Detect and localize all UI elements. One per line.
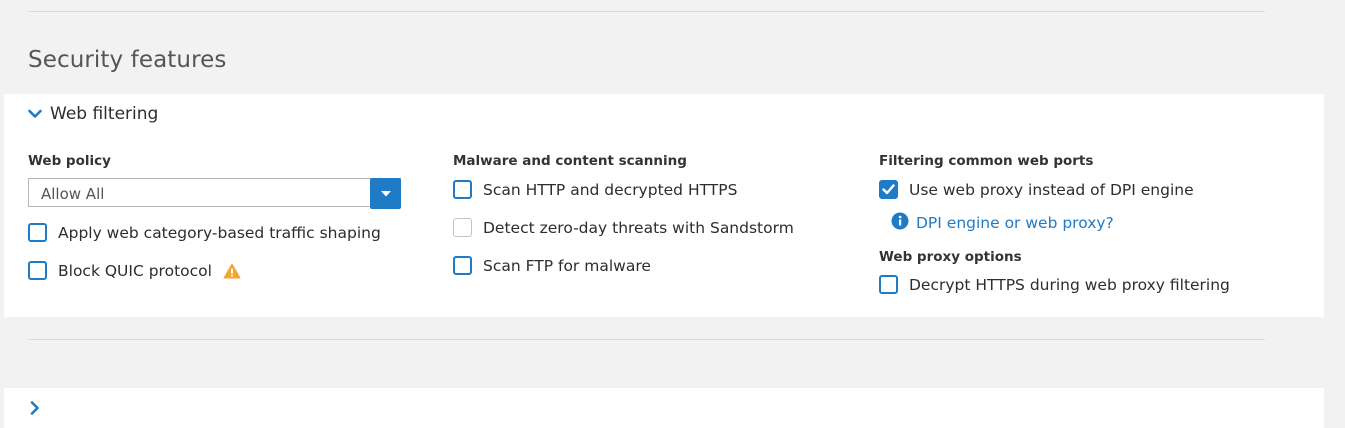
dropdown-arrow-icon[interactable] [370,178,401,209]
proxy-options-label: Web proxy options [879,249,1022,265]
traffic-shaping-checkbox[interactable] [28,223,47,242]
scan-http-option: Scan HTTP and decrypted HTTPS [453,180,737,199]
web-policy-select[interactable]: Allow All [28,178,401,209]
dpi-help-link[interactable]: DPI engine or web proxy? [916,214,1114,232]
scan-http-checkbox[interactable] [453,180,472,199]
info-icon [891,212,909,234]
scan-ftp-label: Scan FTP for malware [483,256,651,275]
sandstorm-option: Detect zero-day threats with Sandstorm [453,218,794,237]
block-quic-checkbox[interactable] [28,261,47,280]
decrypt-https-checkbox[interactable] [879,275,898,294]
malware-label: Malware and content scanning [453,153,687,169]
scan-ftp-checkbox[interactable] [453,256,472,275]
web-ports-label: Filtering common web ports [879,153,1094,169]
dpi-help-row: DPI engine or web proxy? [891,212,1114,234]
web-policy-label: Web policy [28,153,111,169]
traffic-shaping-option: Apply web category-based traffic shaping [28,223,381,242]
traffic-shaping-label: Apply web category-based traffic shaping [58,223,381,242]
web-proxy-checkbox[interactable] [879,180,898,199]
web-filtering-title: Web filtering [50,104,159,124]
web-policy-selected-value: Allow All [41,185,105,203]
next-panel [4,388,1324,428]
web-proxy-option: Use web proxy instead of DPI engine [879,180,1194,199]
sandstorm-label: Detect zero-day threats with Sandstorm [483,218,794,237]
web-filtering-header[interactable]: Web filtering [28,102,158,126]
chevron-down-icon [28,109,42,119]
sandstorm-checkbox[interactable] [453,218,472,237]
chevron-right-icon[interactable] [30,400,40,419]
scan-ftp-option: Scan FTP for malware [453,256,651,275]
decrypt-https-option: Decrypt HTTPS during web proxy filtering [879,275,1230,294]
web-policy-column: Web policy Allow All Apply web category-… [28,152,428,280]
block-quic-option: Block QUIC protocol [28,261,241,280]
malware-column: Malware and content scanning Scan HTTP a… [453,152,853,275]
decrypt-https-label: Decrypt HTTPS during web proxy filtering [909,275,1230,294]
web-ports-column: Filtering common web ports Use web proxy… [879,152,1309,294]
section-title: Security features [28,47,227,73]
web-filtering-panel: Web filtering Web policy Allow All Apply… [4,94,1324,317]
bottom-divider [28,339,1265,340]
web-proxy-label: Use web proxy instead of DPI engine [909,180,1194,199]
top-divider [28,11,1265,12]
block-quic-label: Block QUIC protocol [58,261,212,280]
scan-http-label: Scan HTTP and decrypted HTTPS [483,180,738,199]
warning-icon[interactable] [223,263,241,279]
